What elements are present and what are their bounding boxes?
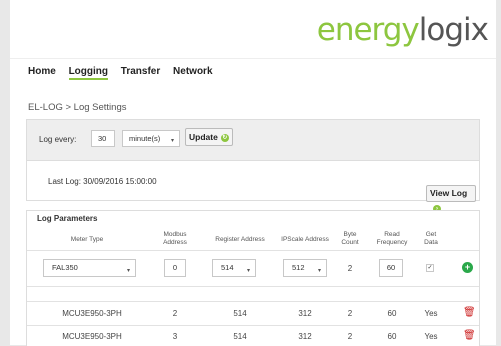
meter-type-select[interactable]: FAL350 ▾: [43, 259, 136, 277]
nav-network[interactable]: Network: [173, 66, 212, 77]
read-frequency-input[interactable]: 60: [379, 259, 403, 277]
log-interval-row: Log every: 30 minute(s) ▾ Update ↻: [27, 120, 479, 161]
row-1-register: 514: [233, 309, 247, 318]
header-get-data: Get Data: [424, 231, 438, 246]
last-log-text: Last Log: 30/09/2016 15:00:00: [48, 177, 157, 186]
divider: [27, 286, 479, 287]
add-icon[interactable]: +: [462, 262, 473, 273]
header-modbus-address: Modbus Address: [163, 231, 187, 246]
chevron-down-icon: ▾: [246, 268, 250, 274]
interval-unit-value: minute(s): [129, 134, 161, 143]
row-2-modbus: 3: [172, 332, 178, 341]
logo-part1: energy: [316, 12, 420, 48]
view-log-button[interactable]: View Log›: [426, 185, 476, 213]
register-address-select[interactable]: 514 ▾: [212, 259, 256, 277]
header-byte-count: Byte Count: [341, 231, 359, 246]
header-register-address: Register Address: [215, 236, 265, 243]
interval-unit-select[interactable]: minute(s) ▾: [122, 130, 180, 147]
main-nav: Home Logging Transfer Network: [28, 66, 223, 80]
row-2-frequency: 60: [387, 332, 397, 341]
row-2-ipscale: 312: [298, 332, 312, 341]
energylogix-logo: energylogix: [316, 12, 489, 48]
ipscale-address-select[interactable]: 512 ▾: [283, 259, 327, 277]
meter-type-value: FAL350: [52, 263, 78, 272]
row-1-ipscale: 312: [298, 309, 312, 318]
nav-logging[interactable]: Logging: [68, 66, 109, 80]
trash-icon[interactable]: 🗑: [463, 330, 476, 341]
divider: [27, 325, 479, 326]
interval-input[interactable]: 30: [91, 130, 115, 147]
header-ipscale-address: IPScale Address: [281, 236, 329, 243]
logo-part2: logix: [418, 12, 489, 48]
ipscale-address-value: 512: [292, 263, 305, 272]
log-every-label: Log every:: [39, 135, 77, 144]
breadcrumb: EL-LOG > Log Settings: [28, 102, 127, 113]
row-1-bytes: 2: [347, 309, 353, 318]
update-label: Update: [189, 132, 218, 142]
row-2-bytes: 2: [347, 332, 353, 341]
row-1-modbus: 2: [172, 309, 178, 318]
header-read-frequency: Read Frequency: [376, 231, 408, 246]
register-address-value: 514: [221, 263, 234, 272]
trash-icon[interactable]: 🗑: [463, 307, 476, 318]
byte-count-value: 2: [347, 264, 353, 273]
divider: [27, 250, 479, 251]
update-button[interactable]: Update ↻: [185, 128, 233, 146]
row-2-get-data: Yes: [424, 332, 438, 341]
chevron-down-icon: ▾: [170, 138, 174, 144]
log-settings-panel: Log every: 30 minute(s) ▾ Update ↻ Last L…: [26, 119, 480, 213]
nav-transfer[interactable]: Transfer: [121, 66, 160, 77]
row-1-get-data: Yes: [424, 309, 438, 318]
log-parameters-title: Log Parameters: [37, 214, 98, 223]
modbus-address-input[interactable]: 0: [164, 259, 186, 277]
header: energylogix: [10, 0, 496, 59]
row-2-meter: MCU3E950-3PH: [62, 332, 122, 341]
nav-home[interactable]: Home: [28, 66, 56, 77]
refresh-icon: ↻: [220, 133, 229, 142]
view-log-label: View Log: [430, 188, 468, 198]
chevron-down-icon: ▾: [317, 268, 321, 274]
row-2-register: 514: [233, 332, 247, 341]
header-meter-type: Meter Type: [70, 236, 104, 243]
row-1-frequency: 60: [387, 309, 397, 318]
log-parameters-panel: Log Parameters Meter Type Modbus Address…: [26, 210, 480, 346]
get-data-checkbox[interactable]: ✓: [426, 264, 434, 272]
chevron-down-icon: ▾: [126, 268, 130, 274]
row-1-meter: MCU3E950-3PH: [62, 309, 122, 318]
divider: [27, 301, 479, 302]
